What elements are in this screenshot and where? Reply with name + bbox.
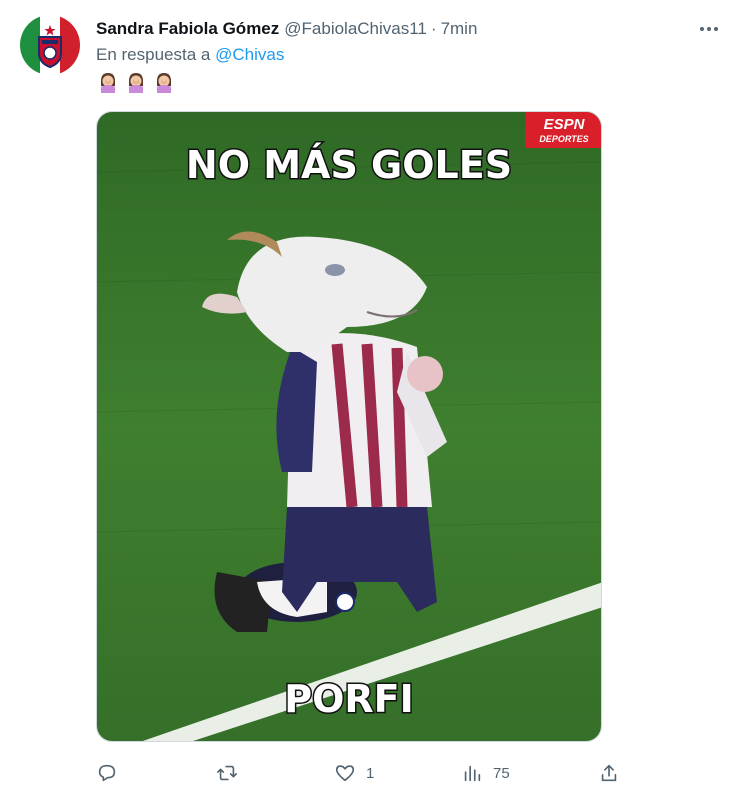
like-icon — [335, 765, 355, 782]
avatar[interactable] — [20, 15, 80, 75]
retweet-icon — [217, 765, 237, 781]
espn-watermark: ESPN DEPORTES — [525, 112, 601, 148]
retweet-button[interactable] — [216, 756, 248, 790]
views-icon — [464, 765, 481, 782]
reply-prefix: En respuesta a — [96, 45, 211, 64]
woman-facepalming-emoji-icon — [129, 73, 143, 93]
tweet-media-image[interactable]: ESPN DEPORTES NO MÁS GOLES PORFI — [96, 111, 602, 742]
reply-context: En respuesta a @Chivas — [96, 45, 284, 65]
like-count: 1 — [366, 764, 375, 782]
share-icon — [601, 764, 617, 782]
display-name[interactable]: Sandra Fabiola Gómez — [96, 19, 279, 39]
like-button[interactable]: 1 — [334, 756, 374, 790]
reply-icon — [98, 764, 116, 782]
views-button[interactable]: 75 — [461, 756, 510, 790]
espn-logo-text: ESPN — [544, 116, 586, 133]
tweet-actions: 1 75 — [0, 756, 740, 790]
tweet-header: Sandra Fabiola Gómez @FabiolaChivas11 · … — [96, 17, 477, 41]
reply-button[interactable] — [96, 756, 128, 790]
tweet[interactable]: Sandra Fabiola Gómez @FabiolaChivas11 · … — [0, 0, 740, 802]
meme-caption-bottom: PORFI — [284, 677, 414, 721]
separator-dot: · — [430, 19, 437, 38]
views-count: 75 — [493, 764, 510, 782]
more-button[interactable] — [694, 14, 724, 44]
reply-to-link[interactable]: @Chivas — [215, 45, 284, 64]
share-button[interactable] — [598, 756, 620, 790]
woman-facepalming-emoji-icon — [157, 73, 171, 93]
meme-caption-top: NO MÁS GOLES — [186, 143, 512, 187]
deportes-logo-text: DEPORTES — [539, 134, 588, 144]
tweet-text — [97, 71, 175, 93]
more-icon — [700, 27, 704, 31]
woman-facepalming-emoji-icon — [101, 73, 115, 93]
timestamp[interactable]: 7min — [441, 19, 478, 39]
user-handle[interactable]: @FabiolaChivas11 — [284, 19, 427, 39]
